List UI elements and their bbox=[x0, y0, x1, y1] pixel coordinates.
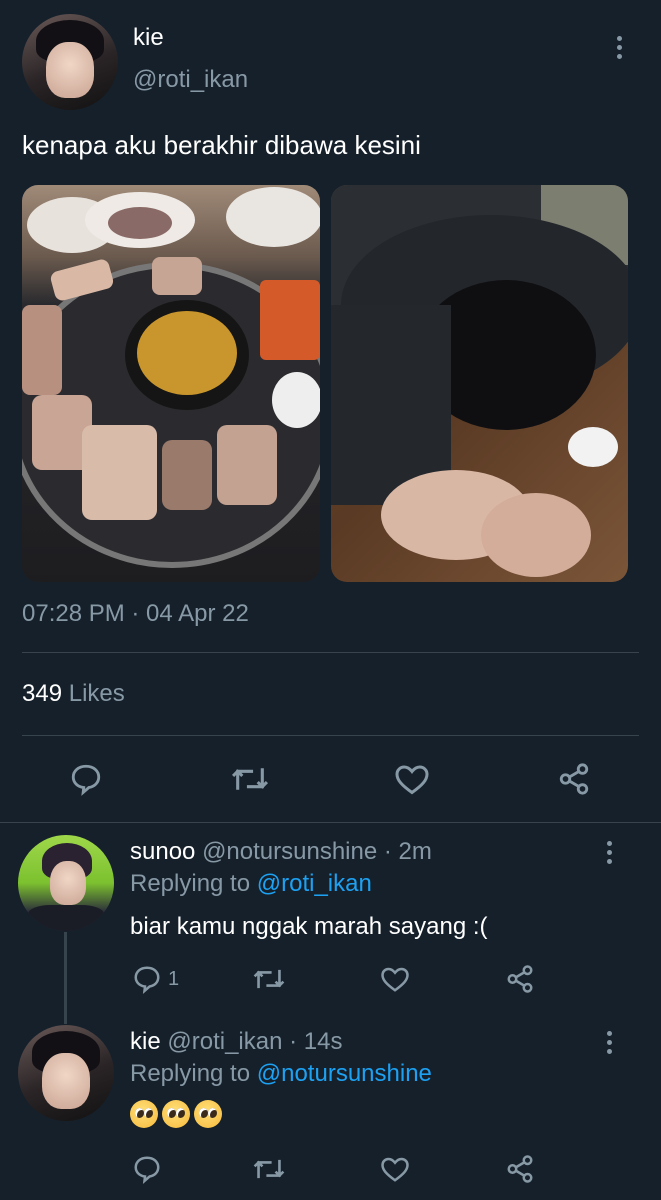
divider bbox=[22, 735, 639, 736]
reply-time[interactable]: · 14s bbox=[289, 1028, 342, 1055]
like-button[interactable] bbox=[380, 1154, 410, 1184]
reply-count: 1 bbox=[168, 967, 180, 990]
retweet-button[interactable] bbox=[230, 762, 270, 796]
reply-handle[interactable]: @roti_ikan bbox=[167, 1028, 282, 1055]
likes-stat[interactable]: 349 Likes bbox=[22, 680, 125, 708]
more-icon bbox=[607, 1031, 612, 1036]
like-icon bbox=[381, 1157, 409, 1182]
author-handle[interactable]: @roti_ikan bbox=[133, 66, 248, 94]
thread-line bbox=[64, 932, 67, 1024]
reply-button[interactable] bbox=[68, 762, 104, 796]
replying-to-link[interactable]: @notursunshine bbox=[257, 1060, 432, 1087]
reply-text: 🥺🥺🥺 bbox=[130, 1100, 226, 1133]
reply-header: sunoo @notursunshine · 2m bbox=[130, 838, 432, 866]
retweet-icon bbox=[253, 969, 285, 989]
like-icon bbox=[395, 765, 429, 795]
replying-to-link[interactable]: @roti_ikan bbox=[257, 870, 372, 897]
tweet-photo-sleeping[interactable] bbox=[331, 185, 628, 582]
share-icon bbox=[559, 763, 589, 795]
reply-header: kie @roti_ikan · 14s bbox=[130, 1028, 342, 1056]
tweet-text: kenapa aku berakhir dibawa kesini bbox=[22, 130, 421, 160]
reply-more-options-button[interactable] bbox=[607, 1031, 612, 1054]
reply-button[interactable] bbox=[132, 1154, 162, 1184]
like-button[interactable] bbox=[394, 762, 430, 796]
reply-avatar-sunoo[interactable] bbox=[18, 835, 114, 931]
divider bbox=[0, 822, 661, 823]
replying-to: Replying to @roti_ikan bbox=[130, 870, 372, 898]
share-icon bbox=[507, 965, 533, 993]
likes-count: 349 bbox=[22, 680, 63, 707]
tweet-photo-bbq[interactable] bbox=[22, 185, 320, 582]
reply-avatar-kie[interactable] bbox=[18, 1025, 114, 1121]
reply-handle[interactable]: @notursunshine bbox=[202, 838, 377, 865]
likes-label: Likes bbox=[68, 680, 125, 707]
more-icon bbox=[617, 36, 622, 41]
reply-text: biar kamu nggak marah sayang :( bbox=[130, 913, 488, 940]
retweet-button[interactable] bbox=[252, 1154, 286, 1184]
divider bbox=[22, 652, 639, 653]
author-display-name[interactable]: kie bbox=[133, 24, 164, 52]
reply-time[interactable]: · 2m bbox=[384, 838, 432, 865]
reply-more-options-button[interactable] bbox=[607, 841, 612, 864]
replying-to-prefix: Replying to bbox=[130, 1060, 251, 1087]
retweet-button[interactable] bbox=[252, 964, 286, 994]
retweet-icon bbox=[253, 1159, 285, 1179]
share-button[interactable] bbox=[556, 762, 592, 796]
pleading-face-icon bbox=[162, 1100, 190, 1128]
reply-icon bbox=[134, 1156, 160, 1184]
replying-to-prefix: Replying to bbox=[130, 870, 251, 897]
replying-to: Replying to @notursunshine bbox=[130, 1060, 432, 1088]
share-icon bbox=[507, 1155, 533, 1183]
reply-display-name[interactable]: kie bbox=[130, 1028, 161, 1055]
pleading-face-icon bbox=[130, 1100, 158, 1128]
more-options-button[interactable] bbox=[617, 36, 622, 59]
pleading-face-icon bbox=[194, 1100, 222, 1128]
reply-icon bbox=[134, 966, 160, 994]
reply-icon bbox=[71, 764, 101, 796]
share-button[interactable] bbox=[505, 964, 535, 994]
like-icon bbox=[381, 967, 409, 992]
retweet-icon bbox=[231, 768, 269, 790]
author-avatar[interactable] bbox=[22, 14, 118, 110]
more-icon bbox=[607, 841, 612, 846]
tweet-timestamp[interactable]: 07:28 PM · 04 Apr 22 bbox=[22, 600, 249, 628]
reply-button[interactable]: 1 bbox=[132, 964, 179, 994]
share-button[interactable] bbox=[505, 1154, 535, 1184]
reply-display-name[interactable]: sunoo bbox=[130, 838, 195, 865]
like-button[interactable] bbox=[380, 964, 410, 994]
